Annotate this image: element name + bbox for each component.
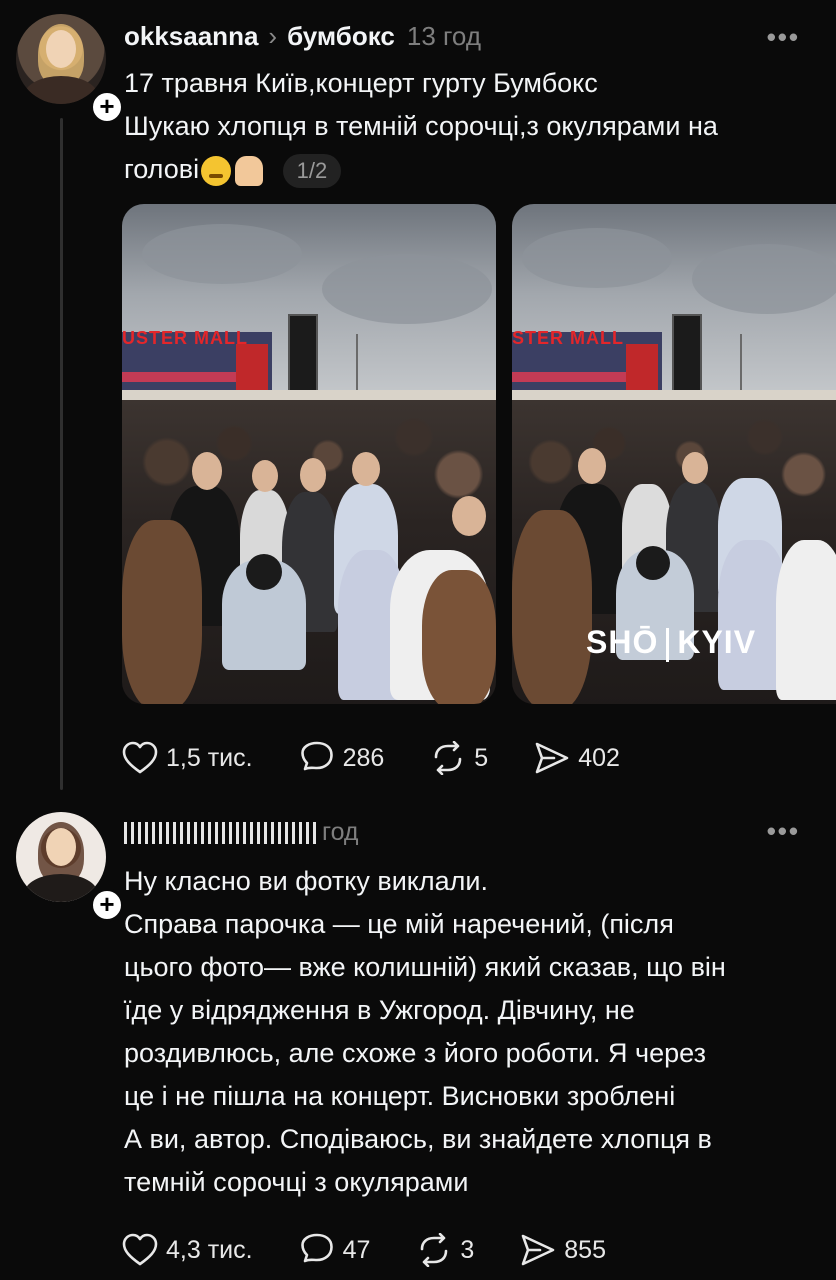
photo-crowd	[122, 400, 496, 704]
photo-person-head	[252, 460, 278, 492]
post-okksaanna: + okksaanna › бумбокс 13 год ••• 17 трав…	[0, 0, 836, 800]
community-link[interactable]: бумбокс	[287, 21, 395, 52]
share-count: 402	[578, 743, 620, 772]
photo-mall-sign: STER MALL	[512, 328, 624, 348]
follow-plus-icon[interactable]: +	[90, 90, 124, 124]
repost-icon	[434, 741, 462, 775]
repost-count: 5	[474, 743, 489, 772]
photo-person-head	[246, 554, 282, 590]
avatar[interactable]	[16, 812, 106, 902]
avatar[interactable]	[16, 14, 106, 104]
more-icon[interactable]: •••	[767, 816, 800, 847]
post-text: 17 травня Київ,концерт гурту Бумбокс Шук…	[124, 62, 814, 191]
repost-button[interactable]: 5	[430, 741, 488, 775]
author-avatar-container[interactable]: +	[16, 812, 124, 922]
photo-mall-red-block	[626, 344, 658, 392]
share-button[interactable]: 402	[534, 741, 620, 775]
photo-person-head	[578, 448, 606, 484]
post-text-line: голові 1/2	[124, 148, 814, 191]
photo-person-head	[352, 452, 380, 486]
watermark-divider	[666, 627, 670, 662]
thread-line	[60, 118, 63, 790]
avatar-face	[46, 828, 76, 866]
watermark-right: KYIV	[677, 624, 757, 660]
photo-person-hair-foreground	[422, 570, 496, 704]
author-avatar-container[interactable]: +	[16, 14, 124, 124]
pray-emoji-icon	[235, 155, 264, 186]
share-button[interactable]: 855	[520, 1233, 606, 1267]
post-text-line: роздивлюсь, але схоже з його роботи. Я ч…	[124, 1038, 706, 1068]
post-meta: okksaanna › бумбокс 13 год	[124, 18, 481, 54]
avatar-shoulders	[24, 874, 98, 902]
comment-icon	[300, 1233, 333, 1263]
share-count: 855	[564, 1235, 606, 1264]
comment-icon	[300, 741, 333, 771]
post-timestamp: год	[322, 818, 359, 846]
post-text-line: це і не пішла на концерт. Висновки зробл…	[124, 1081, 676, 1111]
photo-mall-red-block	[236, 344, 268, 392]
share-icon	[521, 1234, 555, 1266]
comment-button[interactable]: 47	[299, 1233, 371, 1267]
photo-person-head	[636, 546, 670, 580]
chevron-right-icon: ›	[268, 20, 278, 51]
heart-icon	[122, 1233, 158, 1266]
post-text-line: 17 травня Київ,концерт гурту Бумбокс	[124, 68, 598, 98]
photo-watermark: SHŌ KYIV	[586, 624, 756, 662]
watermark-left: SHŌ	[586, 624, 659, 660]
post-text-line: Шукаю хлопця в темній сорочці,з окулярам…	[124, 111, 718, 141]
photo-person-hair-foreground	[122, 520, 202, 704]
post-text-line: А ви, автор. Сподіваюсь, ви знайдете хло…	[124, 1124, 712, 1154]
photo-mall-sign: USTER MALL	[122, 328, 248, 348]
post-text-fragment: голові	[124, 154, 200, 184]
username-link[interactable]: okksaanna	[124, 21, 258, 52]
post-actions: 4,3 тис. 47 3 855	[122, 1228, 652, 1272]
post-text-line: їде у відрядження в Ужгород. Дівчину, не	[124, 995, 635, 1025]
post-timestamp: 13 год	[406, 20, 481, 51]
threads-feed: + okksaanna › бумбокс 13 год ••• 17 трав…	[0, 0, 836, 1280]
comment-count: 286	[342, 743, 385, 772]
photo-person-head	[192, 452, 222, 490]
repost-icon	[421, 1233, 448, 1267]
repost-count: 3	[460, 1235, 475, 1264]
photo-person	[776, 540, 836, 700]
comment-count: 47	[342, 1235, 371, 1264]
drooling-face-emoji-icon	[201, 155, 232, 186]
post-actions: 1,5 тис. 286 5 402	[122, 736, 666, 780]
photo-cloud	[142, 224, 302, 284]
photo-cloud	[322, 254, 492, 324]
photo-power-tower	[356, 334, 358, 394]
photo-person-head	[682, 452, 708, 484]
repost-button[interactable]: 3	[416, 1233, 474, 1267]
post-text-line: Справа парочка — це мій наречений, (післ…	[124, 909, 674, 939]
comment-button[interactable]: 286	[299, 741, 385, 775]
photo-stage-screen	[672, 314, 702, 392]
more-icon[interactable]: •••	[767, 22, 800, 53]
post-photo-2[interactable]: STER MALL SHŌ KYIV	[512, 204, 836, 704]
post-text-line: цього фото— вже колишній) який сказав, щ…	[124, 952, 726, 982]
post-photo-1[interactable]: USTER MALL	[122, 204, 496, 704]
photo-person-head	[452, 496, 486, 536]
heart-icon	[122, 741, 158, 774]
post-text-line: темній сорочці з окулярами	[124, 1167, 469, 1197]
image-counter-badge: 1/2	[282, 153, 342, 188]
photo-person-head	[300, 458, 326, 492]
photo-power-tower	[740, 334, 742, 394]
follow-plus-icon[interactable]: +	[90, 888, 124, 922]
photo-person-hair-foreground	[512, 510, 592, 704]
avatar-face	[46, 30, 76, 68]
post-text: Ну класно ви фотку виклали. Справа пароч…	[124, 860, 814, 1204]
share-icon	[535, 742, 569, 774]
like-button[interactable]: 4,3 тис.	[122, 1233, 253, 1267]
avatar-shoulders	[24, 76, 98, 104]
post-reply: + год ••• Ну класно ви фотку виклали. Сп…	[0, 800, 836, 1280]
like-button[interactable]: 1,5 тис.	[122, 741, 253, 775]
photo-stage-screen	[288, 314, 318, 392]
like-count: 1,5 тис.	[166, 743, 253, 772]
photo-cloud	[522, 228, 672, 288]
photo-cloud	[692, 244, 836, 314]
redacted-username	[124, 822, 318, 844]
post-text-line: Ну класно ви фотку виклали.	[124, 866, 489, 896]
like-count: 4,3 тис.	[166, 1235, 253, 1264]
